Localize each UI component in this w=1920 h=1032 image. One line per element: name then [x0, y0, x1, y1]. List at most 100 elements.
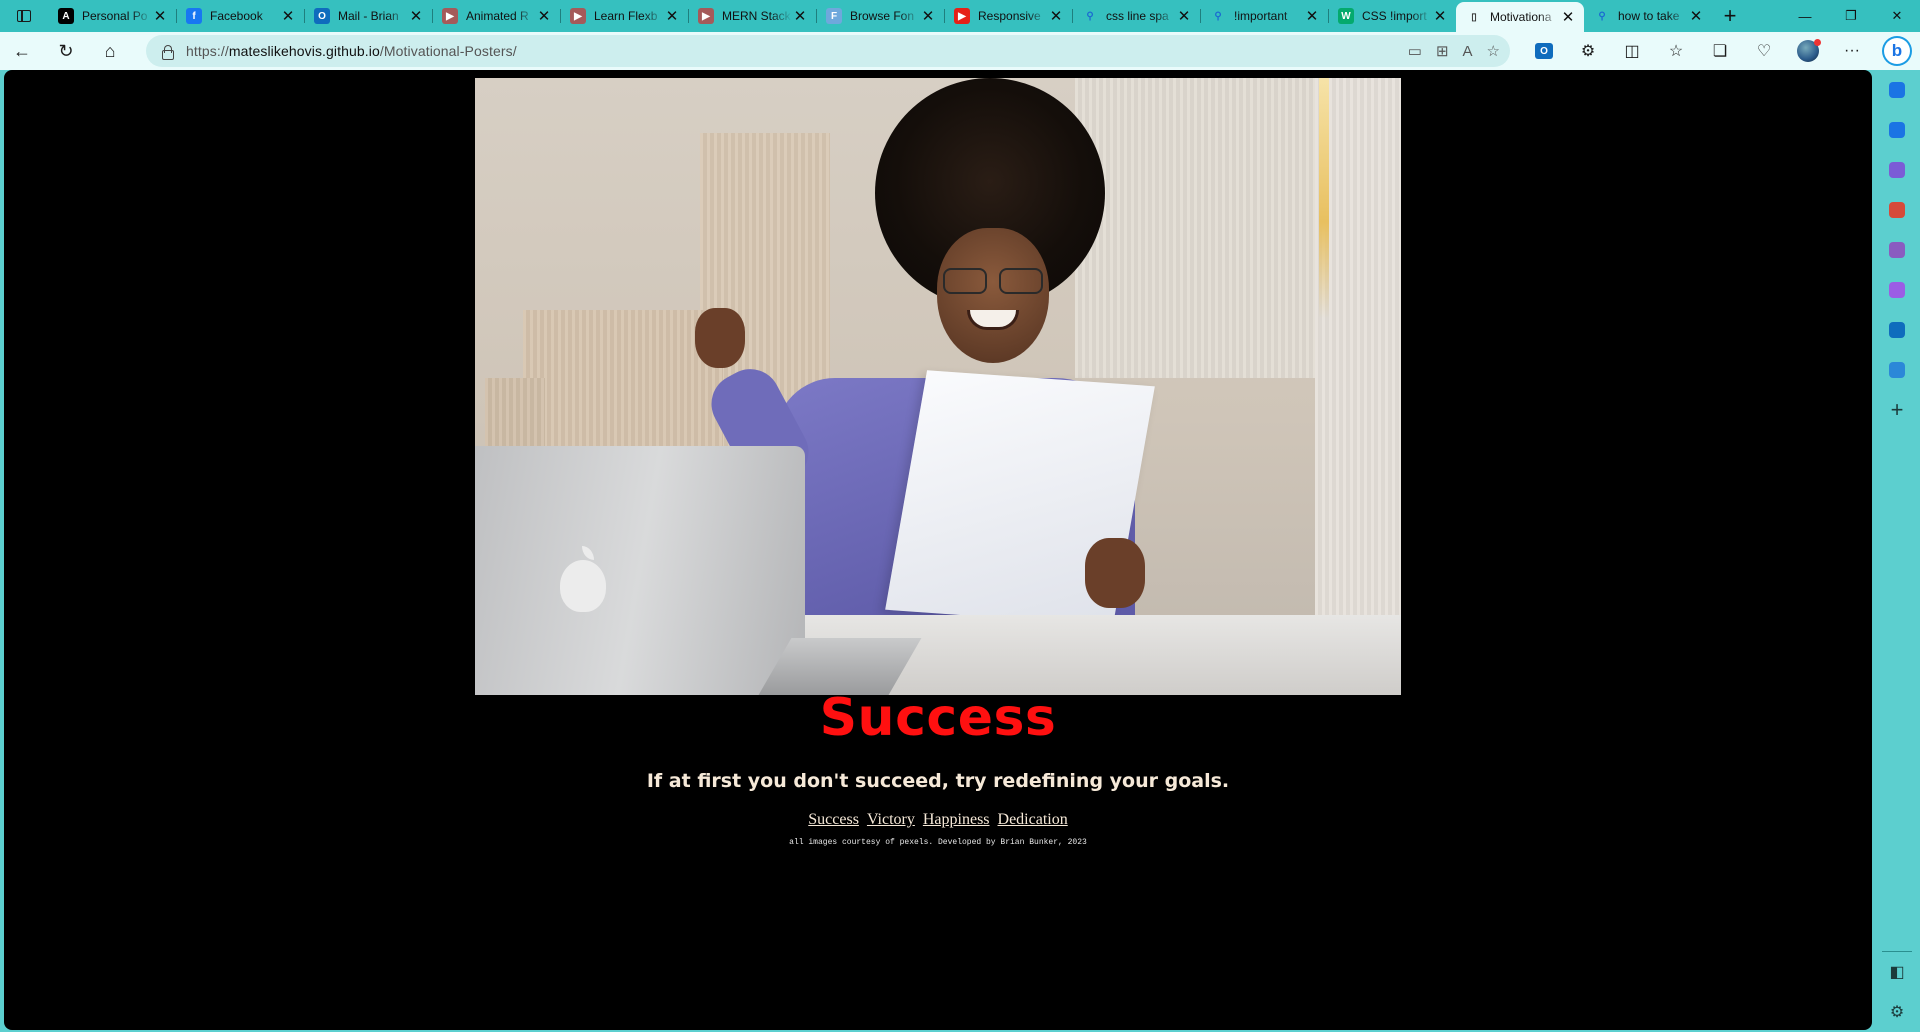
extensions-grid-icon[interactable]: ⊞: [1436, 42, 1449, 60]
side-panel-item[interactable]: [1874, 230, 1920, 270]
tab-close-button[interactable]: ✕: [408, 7, 424, 25]
shopping-icon: [1889, 162, 1905, 178]
browser-tab[interactable]: ⚲ how to take ✕: [1584, 0, 1712, 32]
nav-link-dedication[interactable]: Dedication: [998, 811, 1068, 828]
url-host: mateslikehovis.github.io: [228, 43, 380, 59]
browser-essentials-button[interactable]: ♡: [1742, 32, 1786, 70]
tab-title: Responsive: [978, 9, 1041, 23]
browser-tab[interactable]: O Mail - Brian ✕: [304, 0, 432, 32]
tab-close-button[interactable]: ✕: [1560, 8, 1576, 26]
side-panel: + ◧ ⚙: [1874, 70, 1920, 1032]
new-tab-button[interactable]: +: [1712, 0, 1748, 32]
side-panel-item[interactable]: [1874, 110, 1920, 150]
settings-more-button[interactable]: ···: [1830, 32, 1874, 70]
browser-tab[interactable]: ▶ Learn Flexb ✕: [560, 0, 688, 32]
tab-close-button[interactable]: ✕: [1304, 7, 1320, 25]
gear-icon: ⚙: [1889, 1004, 1905, 1021]
search-icon: [1889, 122, 1905, 138]
browser-tab[interactable]: ⚲ !important ✕: [1200, 0, 1328, 32]
more-icon: ···: [1844, 42, 1860, 59]
tab-title: Browse Fon: [850, 9, 915, 23]
tab-close-button[interactable]: ✕: [536, 7, 552, 25]
tab-close-button[interactable]: ✕: [920, 7, 936, 25]
side-panel-item[interactable]: [1874, 350, 1920, 390]
close-window-button[interactable]: ✕: [1874, 0, 1920, 32]
collections-button[interactable]: ❏: [1698, 32, 1742, 70]
tab-title: Facebook: [210, 9, 263, 23]
nav-link-happiness[interactable]: Happiness: [923, 811, 990, 828]
url-scheme: https://: [186, 43, 229, 59]
tab-close-button[interactable]: ✕: [152, 7, 168, 25]
favorites-button[interactable]: ☆: [1654, 32, 1698, 70]
youtube-icon: ▶: [570, 8, 586, 24]
bing-copilot-button[interactable]: b: [1874, 32, 1920, 70]
browser-tab[interactable]: ▶ Animated R ✕: [432, 0, 560, 32]
side-panel-item[interactable]: [1874, 190, 1920, 230]
toolbar-actions: O ⚙ ◫ ☆ ❏ ♡ ···: [1522, 32, 1874, 70]
app-available-icon[interactable]: ▭: [1408, 42, 1422, 60]
tab-strip: A Personal Po ✕ f Facebook ✕ O Mail - Brian ✕ ▶ An…: [0, 0, 1920, 32]
side-panel-item[interactable]: [1874, 150, 1920, 190]
browser-tab[interactable]: ▶ Responsive ✕: [944, 0, 1072, 32]
profile-avatar[interactable]: [1797, 39, 1821, 62]
apple-logo-icon: [560, 546, 606, 612]
tab-title: CSS !import: [1362, 9, 1427, 23]
minimize-button[interactable]: —: [1782, 0, 1828, 32]
back-button[interactable]: ←: [0, 32, 44, 70]
tab-close-button[interactable]: ✕: [664, 7, 680, 25]
side-panel-item[interactable]: [1874, 70, 1920, 110]
side-panel-item[interactable]: [1874, 310, 1920, 350]
tab-close-button[interactable]: ✕: [280, 7, 296, 25]
tab-list: A Personal Po ✕ f Facebook ✕ O Mail - Brian ✕ ▶ An…: [48, 0, 1712, 32]
side-panel-item[interactable]: [1874, 270, 1920, 310]
browser-tab[interactable]: ▶ MERN Stack ✕: [688, 0, 816, 32]
add-app-button[interactable]: +: [1874, 390, 1920, 430]
page-icon: ▯: [1471, 11, 1477, 23]
tab-title: Motivationa: [1490, 10, 1552, 24]
tab-close-button[interactable]: ✕: [1176, 7, 1192, 25]
nav-link-success[interactable]: Success: [808, 811, 859, 828]
codepen-icon: A: [58, 8, 74, 24]
read-aloud-icon[interactable]: A: [1463, 43, 1473, 60]
games-icon: [1889, 242, 1905, 258]
sidebar-settings-button[interactable]: ⚙: [1874, 992, 1920, 1032]
browser-tab[interactable]: ▯ Motivationa ✕: [1456, 2, 1584, 32]
refresh-button[interactable]: ↻: [44, 32, 88, 70]
refresh-icon: ↻: [58, 40, 74, 61]
tab-title: Personal Po: [82, 9, 148, 23]
notifications-icon: [1889, 82, 1905, 98]
browser-tab[interactable]: F Browse Fon ✕: [816, 0, 944, 32]
poster-nav: Success Victory Happiness Dedication: [4, 811, 1872, 829]
microsoft-365-icon: [1889, 282, 1905, 298]
browser-tab[interactable]: A Personal Po ✕: [48, 0, 176, 32]
tab-close-button[interactable]: ✕: [1048, 7, 1064, 25]
browser-tab[interactable]: ⚲ css line spa ✕: [1072, 0, 1200, 32]
outlook-icon: O: [314, 8, 330, 24]
hide-sidebar-button[interactable]: ◧: [1874, 952, 1920, 992]
poster-headline: Success: [819, 688, 1057, 748]
tab-title: MERN Stack: [722, 9, 791, 23]
split-screen-button[interactable]: ◫: [1610, 32, 1654, 70]
tab-close-button[interactable]: ✕: [792, 7, 808, 25]
favorite-star-icon[interactable]: ☆: [1487, 42, 1500, 60]
browser-tab[interactable]: W CSS !import ✕: [1328, 0, 1456, 32]
navigation-bar: ← ↻ ⌂ https://mateslikehovis.github.io/M…: [0, 32, 1920, 70]
outlook-extension-button[interactable]: O: [1522, 32, 1566, 70]
back-arrow-icon: ←: [13, 40, 31, 61]
collections-icon: ❏: [1712, 43, 1728, 60]
restore-button[interactable]: ❐: [1828, 0, 1874, 32]
address-bar[interactable]: https://mateslikehovis.github.io/Motivat…: [146, 35, 1510, 67]
tab-close-button[interactable]: ✕: [1688, 7, 1704, 25]
tab-close-button[interactable]: ✕: [1432, 7, 1448, 25]
youtube-icon: ▶: [442, 8, 458, 24]
lock-icon[interactable]: [160, 44, 174, 60]
nav-link-victory[interactable]: Victory: [867, 811, 915, 828]
tab-title: !important: [1234, 9, 1288, 23]
home-button[interactable]: ⌂: [88, 32, 132, 70]
heart-pulse-icon: ♡: [1756, 43, 1772, 60]
tab-actions-button[interactable]: [0, 0, 48, 32]
extensions-button[interactable]: ⚙: [1566, 32, 1610, 70]
search-icon: ⚲: [1598, 10, 1606, 22]
url-text[interactable]: https://mateslikehovis.github.io/Motivat…: [186, 43, 517, 59]
browser-tab[interactable]: f Facebook ✕: [176, 0, 304, 32]
